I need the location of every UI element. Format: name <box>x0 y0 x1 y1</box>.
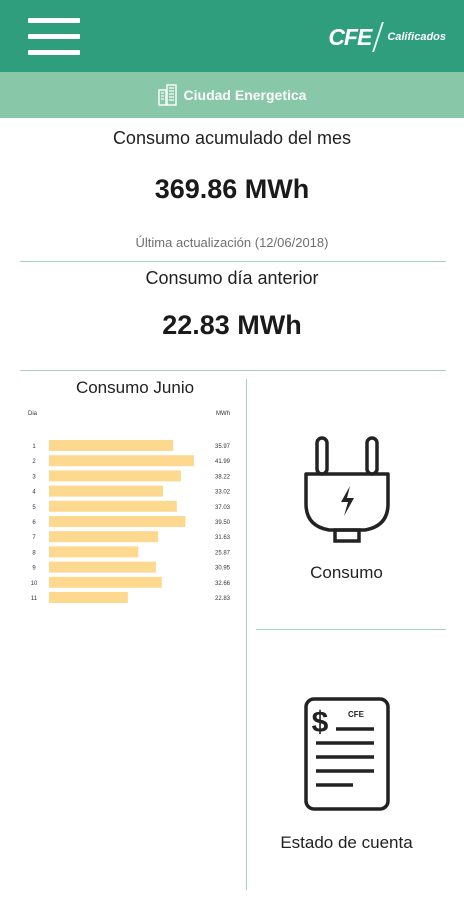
plug-icon <box>304 436 390 543</box>
consumption-bar-chart: Dia MWh 1 35.97 2 41.99 3 38.22 4 33.02 5 37.03 6 39.… <box>28 411 231 603</box>
chart-bar <box>49 592 128 603</box>
chart-bar <box>49 576 162 588</box>
cfe-logo: CFE <box>328 23 372 50</box>
top-app-bar: CFE Calificados <box>0 0 464 72</box>
chart-bar <box>49 455 194 467</box>
bill-icon-text: CFE <box>348 710 365 719</box>
hamburger-menu-icon[interactable] <box>28 18 80 56</box>
consumo-tile[interactable]: Consumo <box>247 380 446 629</box>
chart-value-label: 38.22 <box>215 474 231 480</box>
consumo-label: Consumo <box>310 563 383 582</box>
divider <box>20 261 446 262</box>
monthly-consumption-value: 369.86 MWh <box>154 174 310 204</box>
chart-day-label: 5 <box>32 505 36 511</box>
chart-value-label: 35.97 <box>215 444 231 450</box>
chart-bar <box>49 485 163 497</box>
brand-logo: CFE Calificados <box>328 20 446 54</box>
chart-bar <box>49 546 139 558</box>
chart-value-label: 39.50 <box>215 520 231 526</box>
chart-bar <box>49 470 181 482</box>
chart-day-label: 1 <box>32 444 36 450</box>
chart-day-label: 10 <box>31 581 38 587</box>
monthly-consumption-title: Consumo acumulado del mes <box>112 128 352 148</box>
chart-value-label: 37.03 <box>215 505 231 511</box>
chart-unit-header: MWh <box>216 411 230 417</box>
chart-bar <box>49 500 177 512</box>
chart-day-label: 6 <box>32 520 36 526</box>
buildings-icon <box>157 84 177 106</box>
chart-value-label: 22.83 <box>215 596 231 602</box>
last-updated-text: Última actualización (12/06/2018) <box>135 235 329 250</box>
previous-day-value: 22.83 MWh <box>162 310 302 340</box>
svg-text:$: $ <box>312 706 329 739</box>
chart-day-label: 2 <box>32 459 36 465</box>
chart-value-label: 30.95 <box>215 566 231 572</box>
chart-day-header: Dia <box>28 411 38 417</box>
brand-subtitle: Calificados <box>387 31 446 43</box>
section-header: Ciudad Energetica <box>0 72 464 118</box>
chart-bar <box>49 531 159 543</box>
chart-value-label: 31.63 <box>215 535 231 541</box>
chart-bar <box>49 440 174 451</box>
chart-bar <box>49 516 186 527</box>
chart-value-label: 33.02 <box>215 490 231 496</box>
section-title: Ciudad Energetica <box>183 87 307 103</box>
previous-day-title: Consumo día anterior <box>145 268 319 288</box>
chart-value-label: 41.99 <box>215 459 231 465</box>
divider <box>20 370 446 371</box>
logo-divider <box>372 22 385 52</box>
chart-day-label: 7 <box>32 535 36 541</box>
chart-day-label: 11 <box>31 596 38 602</box>
chart-title: Consumo Junio <box>75 378 195 397</box>
estado-de-cuenta-tile[interactable]: $ CFE Estado de cuenta <box>247 630 446 890</box>
chart-bar <box>49 561 156 573</box>
chart-day-label: 3 <box>32 474 36 480</box>
chart-day-label: 9 <box>32 566 36 572</box>
bill-icon: $ CFE <box>304 697 390 811</box>
chart-day-label: 8 <box>32 550 36 556</box>
chart-day-label: 4 <box>32 490 36 496</box>
chart-value-label: 32.66 <box>215 581 231 587</box>
chart-value-label: 25.87 <box>215 550 231 556</box>
estado-de-cuenta-label: Estado de cuenta <box>280 833 413 852</box>
